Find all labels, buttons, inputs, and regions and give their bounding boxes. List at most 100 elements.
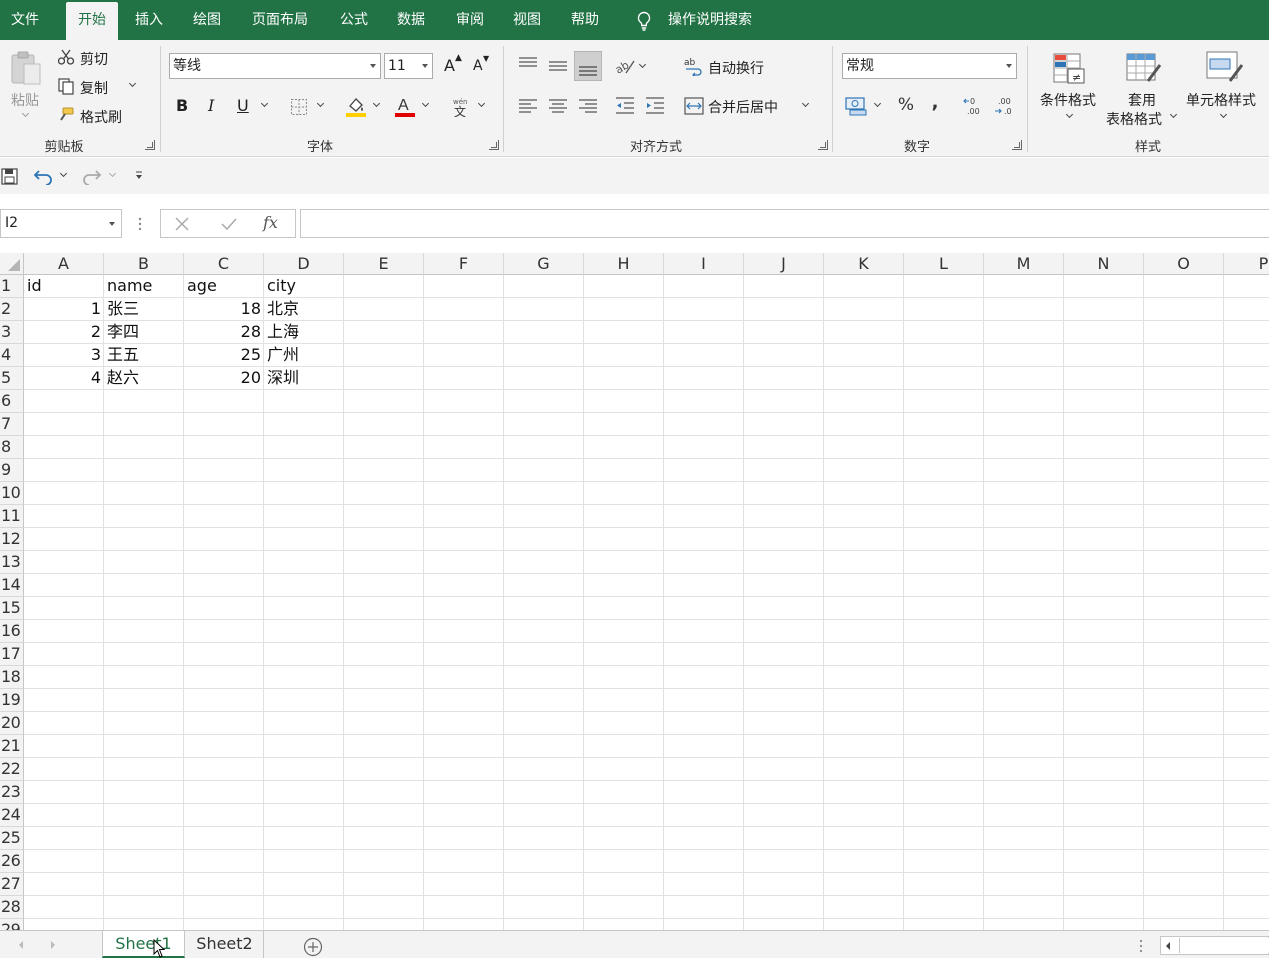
redo-icon[interactable] [80, 167, 102, 185]
row-header-5[interactable]: 5 [0, 367, 24, 390]
menu-help[interactable]: 帮助 [571, 0, 599, 40]
menu-view[interactable]: 视图 [513, 0, 541, 40]
row-header-4[interactable]: 4 [0, 344, 24, 367]
cell-a4[interactable]: 3 [24, 344, 104, 367]
menu-home[interactable]: 开始 [66, 2, 118, 40]
select-all-button[interactable] [0, 253, 24, 275]
row-header-18[interactable]: 18 [0, 666, 24, 689]
decrease-decimal-icon[interactable]: .00 .0 [992, 95, 1016, 117]
customize-toolbar-icon[interactable] [134, 170, 144, 182]
align-center-icon[interactable] [547, 97, 569, 115]
cell-a3[interactable]: 2 [24, 321, 104, 344]
accounting-dropdown-chevron-icon[interactable] [873, 99, 882, 108]
menu-insert[interactable]: 插入 [135, 0, 163, 40]
menu-file[interactable]: 文件 [11, 0, 39, 40]
row-header-14[interactable]: 14 [0, 574, 24, 597]
enter-check-icon[interactable] [220, 216, 238, 232]
cancel-icon[interactable] [174, 216, 190, 232]
row-header-10[interactable]: 10 [0, 482, 24, 505]
resize-handle-icon[interactable] [137, 216, 143, 232]
cell-b4[interactable]: 王五 [104, 344, 184, 367]
row-header-29[interactable]: 29 [0, 919, 24, 930]
cell-b5[interactable]: 赵六 [104, 367, 184, 390]
phonetic-guide-icon[interactable]: wén 文 [450, 95, 472, 117]
cell-d1[interactable]: city [264, 275, 344, 298]
menu-formulas[interactable]: 公式 [340, 0, 368, 40]
merge-center-button[interactable]: 合并后居中 [708, 97, 778, 117]
accounting-format-icon[interactable] [845, 96, 869, 116]
shrink-font-button[interactable]: A [473, 58, 483, 74]
increase-indent-icon[interactable] [644, 96, 666, 116]
merge-dropdown-chevron-icon[interactable] [801, 99, 810, 108]
column-header-f[interactable]: F [424, 253, 504, 275]
font-color-icon[interactable]: A [394, 95, 416, 117]
insert-function-button[interactable]: fx [263, 213, 278, 232]
conditional-dropdown-chevron-icon[interactable] [1065, 110, 1074, 119]
fill-color-dropdown-chevron-icon[interactable] [372, 99, 381, 108]
cell-c5[interactable]: 20 [184, 367, 264, 390]
format-table-dropdown-chevron-icon[interactable] [1169, 110, 1178, 119]
align-top-icon[interactable] [517, 55, 539, 75]
increase-decimal-icon[interactable]: 0 .00 [962, 95, 986, 117]
decrease-indent-icon[interactable] [614, 96, 636, 116]
cell-d5[interactable]: 深圳 [264, 367, 344, 390]
cell-b2[interactable]: 张三 [104, 298, 184, 321]
phonetic-dropdown-chevron-icon[interactable] [477, 99, 486, 108]
row-header-22[interactable]: 22 [0, 758, 24, 781]
new-sheet-icon[interactable] [303, 937, 323, 957]
paste-button[interactable] [9, 50, 45, 92]
cell-c3[interactable]: 28 [184, 321, 264, 344]
cell-c4[interactable]: 25 [184, 344, 264, 367]
conditional-formatting-button[interactable]: 条件格式 [1040, 90, 1096, 110]
column-header-g[interactable]: G [504, 253, 584, 275]
cell-a5[interactable]: 4 [24, 367, 104, 390]
alignment-launcher-icon[interactable] [818, 140, 828, 150]
sheet-tab-sheet2[interactable]: Sheet2 [186, 931, 264, 958]
column-header-e[interactable]: E [344, 253, 424, 275]
column-header-j[interactable]: J [744, 253, 824, 275]
column-header-o[interactable]: O [1144, 253, 1224, 275]
row-header-26[interactable]: 26 [0, 850, 24, 873]
formula-input[interactable] [300, 209, 1269, 238]
name-box[interactable]: I2 [0, 209, 122, 238]
row-header-2[interactable]: 2 [0, 298, 24, 321]
menu-draw[interactable]: 绘图 [193, 0, 221, 40]
number-launcher-icon[interactable] [1012, 140, 1022, 150]
row-header-9[interactable]: 9 [0, 459, 24, 482]
format-painter-button[interactable]: 格式刷 [80, 107, 122, 127]
clipboard-launcher-icon[interactable] [145, 140, 155, 150]
cut-button[interactable]: 剪切 [80, 49, 108, 69]
column-header-m[interactable]: M [984, 253, 1064, 275]
row-header-13[interactable]: 13 [0, 551, 24, 574]
menu-data[interactable]: 数据 [397, 0, 425, 40]
row-header-1[interactable]: 1 [0, 275, 24, 298]
orientation-icon[interactable]: ab [614, 55, 638, 77]
row-header-11[interactable]: 11 [0, 505, 24, 528]
scroll-tabs-left-icon[interactable] [17, 940, 25, 950]
underline-button[interactable]: U [237, 96, 249, 115]
row-header-15[interactable]: 15 [0, 597, 24, 620]
save-icon[interactable] [1, 168, 18, 185]
cell-d2[interactable]: 北京 [264, 298, 344, 321]
orientation-dropdown-chevron-icon[interactable] [638, 60, 647, 69]
align-middle-icon[interactable] [547, 57, 569, 77]
row-header-16[interactable]: 16 [0, 620, 24, 643]
scroll-tabs-right-icon[interactable] [49, 940, 57, 950]
column-header-b[interactable]: B [104, 253, 184, 275]
cell-styles-icon[interactable] [1204, 49, 1244, 87]
column-header-i[interactable]: I [664, 253, 744, 275]
font-size-combo[interactable]: 11 [384, 53, 433, 79]
cell-b1[interactable]: name [104, 275, 184, 298]
cell-d3[interactable]: 上海 [264, 321, 344, 344]
column-header-n[interactable]: N [1064, 253, 1144, 275]
row-header-24[interactable]: 24 [0, 804, 24, 827]
borders-icon[interactable] [290, 98, 308, 116]
row-header-7[interactable]: 7 [0, 413, 24, 436]
column-header-k[interactable]: K [824, 253, 904, 275]
row-header-19[interactable]: 19 [0, 689, 24, 712]
align-left-icon[interactable] [517, 97, 539, 115]
scrollbar-thumb[interactable] [1179, 938, 1269, 953]
wrap-text-button[interactable]: 自动换行 [708, 58, 764, 78]
undo-icon[interactable] [33, 167, 55, 185]
row-header-28[interactable]: 28 [0, 896, 24, 919]
